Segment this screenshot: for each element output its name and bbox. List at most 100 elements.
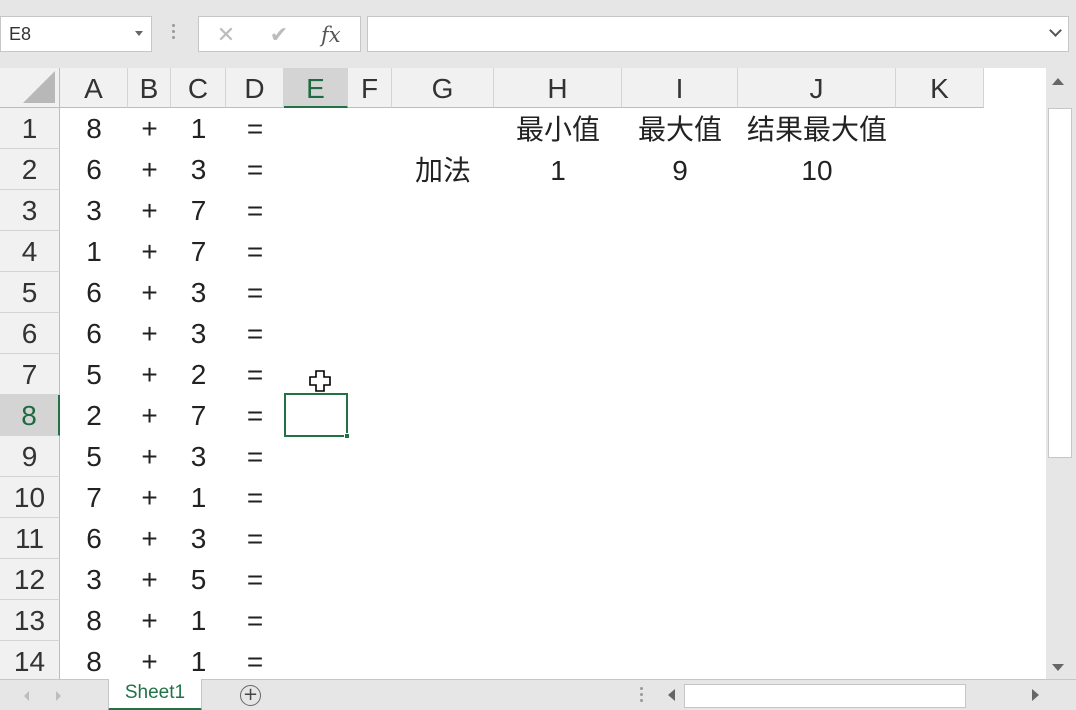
cell-c6[interactable]: 3: [171, 313, 226, 354]
add-sheet-icon[interactable]: +: [240, 685, 261, 706]
row-header-8[interactable]: 8: [0, 395, 60, 436]
row-header-12[interactable]: 12: [0, 559, 60, 600]
cell-a7[interactable]: 5: [60, 354, 128, 395]
name-box[interactable]: E8: [0, 16, 152, 52]
cell-b4[interactable]: +: [128, 231, 171, 272]
vertical-scroll-thumb[interactable]: [1048, 108, 1072, 458]
cell-b5[interactable]: +: [128, 272, 171, 313]
next-sheet-icon[interactable]: [56, 691, 61, 701]
cell-d2[interactable]: =: [226, 149, 284, 190]
cell-b11[interactable]: +: [128, 518, 171, 559]
header-min[interactable]: 最小值: [494, 109, 622, 150]
cell-b7[interactable]: +: [128, 354, 171, 395]
cell-c13[interactable]: 1: [171, 600, 226, 641]
cell-b8[interactable]: +: [128, 395, 171, 436]
cell-d8[interactable]: =: [226, 395, 284, 436]
cell-a10[interactable]: 7: [60, 477, 128, 518]
cell-c12[interactable]: 5: [171, 559, 226, 600]
column-header-b[interactable]: B: [128, 68, 171, 108]
scroll-up-icon[interactable]: [1052, 78, 1064, 85]
cell-b6[interactable]: +: [128, 313, 171, 354]
cell-c10[interactable]: 1: [171, 477, 226, 518]
vertical-scrollbar[interactable]: [1046, 68, 1076, 679]
cell-d10[interactable]: =: [226, 477, 284, 518]
cell-b13[interactable]: +: [128, 600, 171, 641]
row-header-9[interactable]: 9: [0, 436, 60, 477]
column-header-e[interactable]: E: [284, 68, 348, 108]
cell-c2[interactable]: 3: [171, 149, 226, 190]
cell-a2[interactable]: 6: [60, 149, 128, 190]
column-header-g[interactable]: G: [392, 68, 494, 108]
cell-a5[interactable]: 6: [60, 272, 128, 313]
tab-splitter-handle[interactable]: [640, 687, 643, 705]
expand-chevron-icon[interactable]: [1049, 24, 1062, 37]
column-header-i[interactable]: I: [622, 68, 738, 108]
cell-d3[interactable]: =: [226, 190, 284, 231]
cell-a11[interactable]: 6: [60, 518, 128, 559]
cell-d7[interactable]: =: [226, 354, 284, 395]
spreadsheet-grid[interactable]: ABCDEFGHIJK 1 2 3 4 5 6 7 8 9 10 11 12 13 14 最小值 最大值 …: [0, 68, 1046, 679]
row-header-7[interactable]: 7: [0, 354, 60, 395]
cell-c7[interactable]: 2: [171, 354, 226, 395]
cell-b3[interactable]: +: [128, 190, 171, 231]
cell-d9[interactable]: =: [226, 436, 284, 477]
cell-b9[interactable]: +: [128, 436, 171, 477]
column-header-c[interactable]: C: [171, 68, 226, 108]
enter-check-icon[interactable]: ✔: [264, 23, 294, 48]
splitter-handle[interactable]: [172, 24, 176, 44]
cell-a4[interactable]: 1: [60, 231, 128, 272]
column-header-j[interactable]: J: [738, 68, 896, 108]
cell-a8[interactable]: 2: [60, 395, 128, 436]
scroll-left-icon[interactable]: [668, 689, 675, 701]
row-header-3[interactable]: 3: [0, 190, 60, 231]
cell-b10[interactable]: +: [128, 477, 171, 518]
cell-a12[interactable]: 3: [60, 559, 128, 600]
column-header-h[interactable]: H: [494, 68, 622, 108]
row-header-4[interactable]: 4: [0, 231, 60, 272]
cell-d14[interactable]: =: [226, 641, 284, 679]
value-result-max[interactable]: 10: [738, 150, 896, 191]
cell-b12[interactable]: +: [128, 559, 171, 600]
column-header-f[interactable]: F: [348, 68, 392, 108]
fx-icon[interactable]: fx: [321, 23, 341, 47]
dropdown-arrow-icon[interactable]: [135, 31, 143, 36]
header-result-max[interactable]: 结果最大值: [738, 109, 896, 150]
cell-d11[interactable]: =: [226, 518, 284, 559]
row-header-5[interactable]: 5: [0, 272, 60, 313]
cell-b2[interactable]: +: [128, 149, 171, 190]
cell-a9[interactable]: 5: [60, 436, 128, 477]
cell-a1[interactable]: 8: [60, 108, 128, 149]
cell-c4[interactable]: 7: [171, 231, 226, 272]
column-header-a[interactable]: A: [60, 68, 128, 108]
cell-d12[interactable]: =: [226, 559, 284, 600]
column-header-d[interactable]: D: [226, 68, 284, 108]
cell-c3[interactable]: 7: [171, 190, 226, 231]
cell-a14[interactable]: 8: [60, 641, 128, 679]
cell-d5[interactable]: =: [226, 272, 284, 313]
formula-input[interactable]: [367, 16, 1069, 52]
scroll-down-icon[interactable]: [1052, 664, 1064, 671]
row-header-13[interactable]: 13: [0, 600, 60, 641]
horizontal-scroll-thumb[interactable]: [684, 684, 966, 708]
cell-d1[interactable]: =: [226, 108, 284, 149]
row-header-2[interactable]: 2: [0, 149, 60, 190]
cell-c8[interactable]: 7: [171, 395, 226, 436]
row-header-14[interactable]: 14: [0, 641, 60, 679]
cell-a13[interactable]: 8: [60, 600, 128, 641]
cell-c1[interactable]: 1: [171, 108, 226, 149]
cell-b14[interactable]: +: [128, 641, 171, 679]
cell-a6[interactable]: 6: [60, 313, 128, 354]
row-header-6[interactable]: 6: [0, 313, 60, 354]
cell-d13[interactable]: =: [226, 600, 284, 641]
cell-c9[interactable]: 3: [171, 436, 226, 477]
cell-c5[interactable]: 3: [171, 272, 226, 313]
row-header-10[interactable]: 10: [0, 477, 60, 518]
header-max[interactable]: 最大值: [622, 109, 738, 150]
cell-c11[interactable]: 3: [171, 518, 226, 559]
cell-d6[interactable]: =: [226, 313, 284, 354]
fill-handle[interactable]: [344, 433, 350, 439]
sheet-tab-sheet1[interactable]: Sheet1: [108, 679, 202, 710]
row-label-addition[interactable]: 加法: [392, 150, 494, 191]
row-header-1[interactable]: 1: [0, 108, 60, 149]
cancel-icon[interactable]: ✕: [211, 23, 241, 48]
